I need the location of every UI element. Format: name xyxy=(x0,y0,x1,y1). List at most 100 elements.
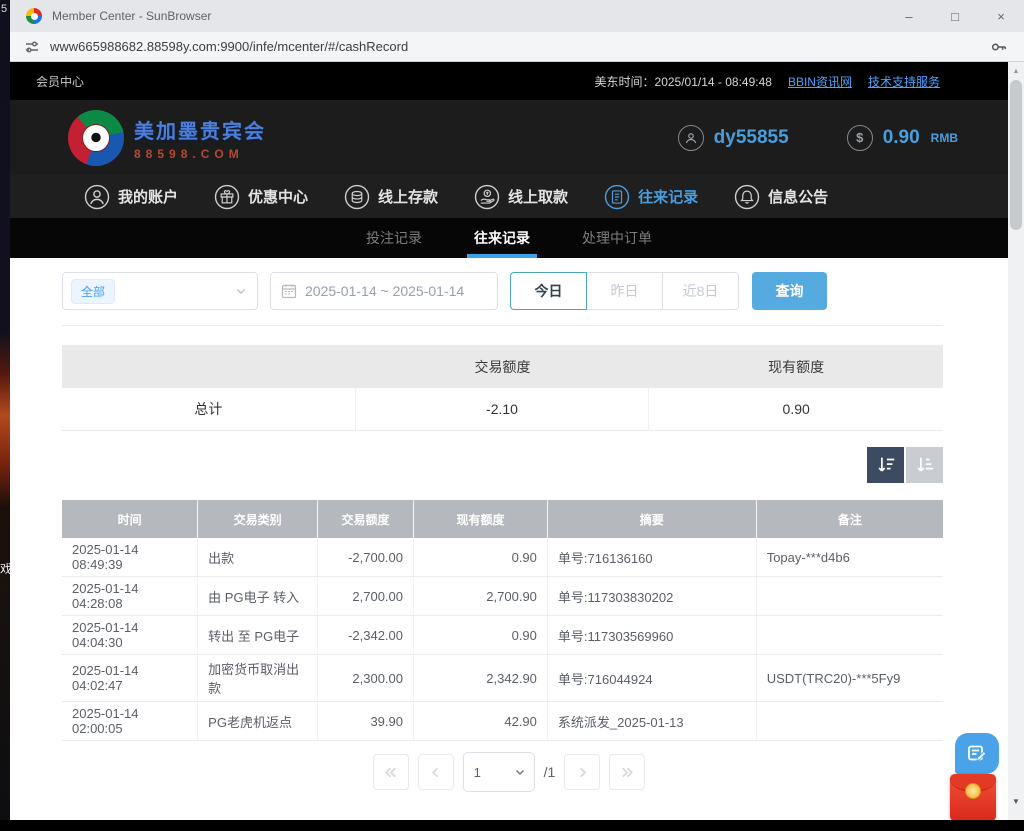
next-page-button[interactable] xyxy=(564,754,600,790)
last-page-button[interactable] xyxy=(609,754,645,790)
cell-time: 2025-01-14 02:00:05 xyxy=(62,702,198,741)
browser-titlebar: Member Center - SunBrowser – □ × xyxy=(10,0,1024,32)
window-controls: – □ × xyxy=(886,0,1024,32)
cell-type: 转出 至 PG电子 xyxy=(198,616,318,655)
scrollbar-down-arrow[interactable]: ▼ xyxy=(1008,794,1024,808)
nav-label: 优惠中心 xyxy=(248,186,308,207)
table-row: 2025-01-14 04:04:30 转出 至 PG电子 -2,342.00 … xyxy=(62,616,943,655)
currency-label: RMB xyxy=(931,131,958,145)
cell-amount: 39.90 xyxy=(317,702,413,741)
window-title: Member Center - SunBrowser xyxy=(52,9,211,23)
browser-logo-icon xyxy=(26,8,42,24)
yesterday-button[interactable]: 昨日 xyxy=(586,272,663,310)
primary-nav: 我的账户 优惠中心 线上存款 线上取款 往来记录 信息公告 xyxy=(10,175,1008,218)
nav-label: 往来记录 xyxy=(638,186,698,207)
bottom-black-strip xyxy=(0,820,1024,831)
masthead: 美加墨贵宾会 88598.COM dy55855 $ 0.90 RMB xyxy=(10,100,1008,175)
today-button[interactable]: 今日 xyxy=(510,272,587,310)
col-header-amount: 交易额度 xyxy=(317,500,413,538)
sort-buttons xyxy=(867,447,943,483)
page-viewport: 会员中心 美东时间：2025/01/14 - 08:49:48 BBIN资讯网 … xyxy=(10,62,1008,820)
nav-item-my-account[interactable]: 我的账户 xyxy=(84,184,178,210)
minimize-button[interactable]: – xyxy=(886,0,932,32)
calendar-icon xyxy=(281,283,297,299)
site-logo[interactable] xyxy=(68,110,124,166)
col-header-time: 时间 xyxy=(62,500,198,538)
date-range-input[interactable]: 2025-01-14 ~ 2025-01-14 xyxy=(270,272,498,310)
table-row: 2025-01-14 04:02:47 加密货币取消出款 2,300.00 2,… xyxy=(62,655,943,702)
maximize-button[interactable]: □ xyxy=(932,0,978,32)
gold-coin-icon xyxy=(965,783,981,799)
nav-label: 信息公告 xyxy=(768,186,828,207)
site-settings-icon[interactable] xyxy=(24,39,40,55)
cell-time: 2025-01-14 04:28:08 xyxy=(62,577,198,616)
username-text: dy55855 xyxy=(714,127,789,149)
balance-display[interactable]: $ 0.90 RMB xyxy=(847,125,958,151)
type-filter-chip[interactable]: 全部 xyxy=(71,279,115,304)
page-scrollbar[interactable]: ▲ ▼ xyxy=(1008,62,1024,820)
page-select[interactable]: 1 xyxy=(463,752,535,792)
red-envelope-button[interactable] xyxy=(950,774,996,820)
scrollbar-up-arrow[interactable]: ▲ xyxy=(1008,64,1024,78)
cell-balance: 42.90 xyxy=(414,702,548,741)
chevron-down-icon xyxy=(235,285,247,297)
summary-total-row: 总计 -2.10 0.90 xyxy=(62,388,943,431)
sort-descending-button[interactable] xyxy=(867,447,904,483)
member-center-label: 会员中心 xyxy=(36,73,84,90)
search-button[interactable]: 查询 xyxy=(752,272,827,310)
user-cluster: dy55855 $ 0.90 RMB xyxy=(678,125,958,151)
table-row: 2025-01-14 02:00:05 PG老虎机返点 39.90 42.90 … xyxy=(62,702,943,741)
cell-time: 2025-01-14 04:02:47 xyxy=(62,655,198,702)
tech-support-link[interactable]: 技术支持服务 xyxy=(868,73,940,90)
note-pencil-icon xyxy=(965,742,989,766)
site-logo-text[interactable]: 美加墨贵宾会 88598.COM xyxy=(134,115,266,161)
col-header-note: 备注 xyxy=(756,500,943,538)
cell-amount: -2,700.00 xyxy=(317,538,413,577)
cell-time: 2025-01-14 04:04:30 xyxy=(62,616,198,655)
cell-balance: 2,342.90 xyxy=(414,655,548,702)
nav-label: 我的账户 xyxy=(118,186,178,207)
cell-note xyxy=(756,702,943,741)
nav-item-promotions[interactable]: 优惠中心 xyxy=(214,184,308,210)
nav-item-announcements[interactable]: 信息公告 xyxy=(734,184,828,210)
summary-total-label: 总计 xyxy=(62,388,356,430)
page-select-value: 1 xyxy=(474,765,481,780)
customer-service-chat-button[interactable] xyxy=(955,733,999,774)
tab-pending-orders[interactable]: 处理中订单 xyxy=(582,218,652,258)
summary-balance: 0.90 xyxy=(649,388,943,430)
tab-bet-records[interactable]: 投注记录 xyxy=(366,218,422,258)
summary-header-row: 交易额度 现有额度 xyxy=(62,345,943,388)
previous-page-button[interactable] xyxy=(418,754,454,790)
last-8-days-button[interactable]: 近8日 xyxy=(662,272,739,310)
close-button[interactable]: × xyxy=(978,0,1024,32)
nav-item-withdraw[interactable]: 线上取款 xyxy=(474,184,568,210)
cell-type: 由 PG电子 转入 xyxy=(198,577,318,616)
cell-balance: 0.90 xyxy=(414,538,548,577)
cell-note xyxy=(756,577,943,616)
bbin-news-link[interactable]: BBIN资讯网 xyxy=(788,73,852,90)
sort-ascending-button[interactable] xyxy=(906,447,943,483)
summary-trade-amount: -2.10 xyxy=(356,388,650,430)
username-display[interactable]: dy55855 xyxy=(678,125,789,151)
background-fragment: 5 xyxy=(1,3,7,15)
cell-summary: 单号:117303830202 xyxy=(547,577,756,616)
table-header-row: 时间 交易类别 交易额度 现有额度 摘要 备注 xyxy=(62,500,943,538)
address-input[interactable]: www665988682.88598y.com:9900/infe/mcente… xyxy=(50,39,408,54)
pagination: 1 /1 xyxy=(10,752,1008,792)
records-table: 时间 交易类别 交易额度 现有额度 摘要 备注 2025-01-14 08:49… xyxy=(62,500,943,741)
first-page-button[interactable] xyxy=(373,754,409,790)
cell-amount: -2,342.00 xyxy=(317,616,413,655)
summary-header-trade-amount: 交易额度 xyxy=(356,345,650,388)
scrollbar-thumb[interactable] xyxy=(1010,80,1022,230)
background-window-sliver: 5 戏 xyxy=(0,0,10,831)
chevron-down-icon xyxy=(514,766,526,778)
col-header-summary: 摘要 xyxy=(547,500,756,538)
screen: 5 戏 Member Center - SunBrowser – □ × www… xyxy=(0,0,1024,831)
tab-transaction-records[interactable]: 往来记录 xyxy=(474,218,530,258)
quick-date-group: 今日 昨日 近8日 xyxy=(510,272,739,310)
nav-item-transaction-records[interactable]: 往来记录 xyxy=(604,184,698,210)
nav-item-deposit[interactable]: 线上存款 xyxy=(344,184,438,210)
cell-summary: 单号:117303569960 xyxy=(547,616,756,655)
type-filter-dropdown[interactable]: 全部 xyxy=(62,272,258,310)
password-key-icon[interactable] xyxy=(990,38,1008,56)
